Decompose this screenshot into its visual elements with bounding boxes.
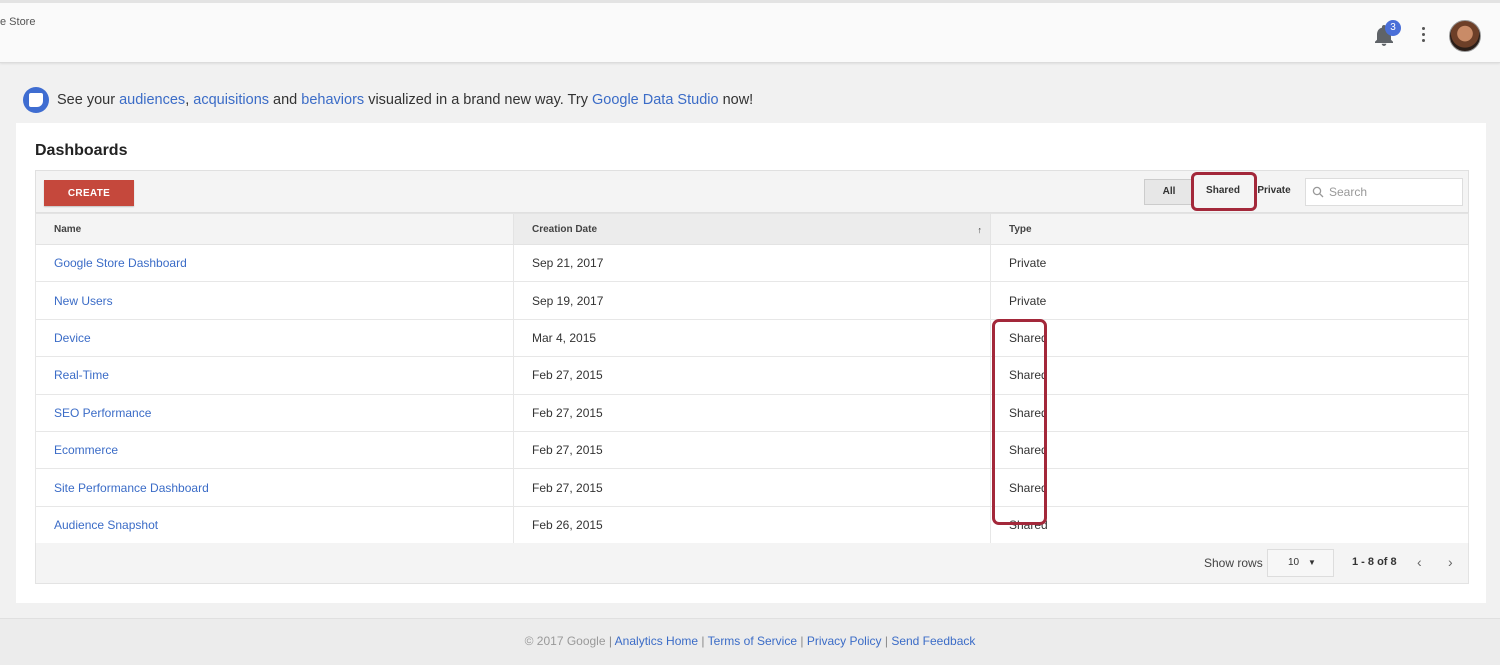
chevron-down-icon: ▼ (1308, 558, 1316, 567)
sort-ascending-icon: ↑ (977, 225, 983, 235)
rows-per-page-value: 10 (1288, 557, 1300, 568)
type-cell: Private (990, 243, 1469, 283)
table-row: Device Mar 4, 2015 Shared (35, 318, 1469, 358)
column-header-type[interactable]: Type (990, 213, 1469, 245)
data-studio-icon (23, 87, 49, 113)
creation-date-cell: Feb 27, 2015 (513, 468, 991, 507)
promo-text-and: and (273, 92, 298, 108)
creation-date-cell: Feb 26, 2015 (513, 505, 991, 545)
footer-link-privacy-policy[interactable]: Privacy Policy (807, 634, 882, 648)
property-name[interactable]: e Store (0, 16, 35, 28)
table-row: Real-Time Feb 27, 2015 Shared (35, 356, 1469, 395)
table-row: Google Store Dashboard Sep 21, 2017 Privat… (35, 243, 1469, 283)
dashboard-link[interactable]: Real-Time (54, 368, 109, 382)
show-rows-label: Show rows (1204, 556, 1263, 570)
page-title: Dashboards (35, 142, 128, 159)
rows-per-page-select[interactable]: 10 ▼ (1267, 549, 1334, 577)
column-header-creation-date-label: Creation Date (532, 223, 598, 235)
footer: © 2017 Google | Analytics Home | Terms o… (0, 618, 1500, 665)
dashboard-link[interactable]: New Users (54, 294, 113, 308)
promo-link-audiences[interactable]: audiences (119, 92, 185, 108)
type-cell: Shared (990, 393, 1469, 432)
search-icon (1312, 186, 1324, 198)
shared-type-highlight (992, 319, 1047, 525)
table-header-row: Name Creation Date ↑ Type (35, 213, 1469, 245)
creation-date-cell: Feb 27, 2015 (513, 393, 991, 432)
shared-filter-highlight (1191, 172, 1257, 211)
promo-text-comma: , (185, 92, 190, 108)
table-row: Audience Snapshot Feb 26, 2015 Shared (35, 505, 1469, 545)
next-page-icon[interactable]: › (1448, 554, 1453, 570)
type-cell: Shared (990, 318, 1469, 358)
promo-link-behaviors[interactable]: behaviors (301, 92, 364, 108)
dashboards-card: Dashboards CREATE All Shared Private Nam… (16, 123, 1486, 603)
column-header-name[interactable]: Name (35, 213, 514, 245)
dashboards-table: Name Creation Date ↑ Type Google Store Da… (35, 213, 1469, 545)
type-cell: Shared (990, 505, 1469, 545)
top-bar: e Store 3 (0, 0, 1500, 63)
table-row: New Users Sep 19, 2017 Private (35, 281, 1469, 320)
creation-date-cell: Sep 19, 2017 (513, 281, 991, 320)
data-studio-promo: See your audiences, acquisitions and beh… (23, 86, 753, 114)
footer-link-terms-of-service[interactable]: Terms of Service (708, 634, 797, 648)
type-cell: Shared (990, 356, 1469, 395)
dashboards-toolbar: CREATE All Shared Private (35, 170, 1469, 213)
promo-text-middle: visualized in a brand new way. Try (368, 92, 588, 108)
filter-private-button[interactable]: Private (1252, 179, 1296, 205)
creation-date-cell: Sep 21, 2017 (513, 243, 991, 283)
table-row: SEO Performance Feb 27, 2015 Shared (35, 393, 1469, 432)
notification-count-badge: 3 (1385, 20, 1401, 36)
search-input[interactable] (1329, 185, 1459, 199)
type-cell: Private (990, 281, 1469, 320)
dashboard-link[interactable]: Device (54, 331, 91, 345)
type-cell: Shared (990, 468, 1469, 507)
filter-all-button[interactable]: All (1144, 179, 1194, 205)
creation-date-cell: Feb 27, 2015 (513, 430, 991, 470)
column-header-creation-date[interactable]: Creation Date ↑ (513, 213, 991, 245)
footer-link-analytics-home[interactable]: Analytics Home (615, 634, 698, 648)
create-button[interactable]: CREATE (44, 180, 134, 206)
dashboard-link[interactable]: SEO Performance (54, 406, 151, 420)
dashboard-link[interactable]: Site Performance Dashboard (54, 481, 209, 495)
more-options-icon[interactable] (1417, 25, 1431, 45)
footer-link-send-feedback[interactable]: Send Feedback (891, 634, 975, 648)
search-box[interactable] (1305, 178, 1463, 206)
dashboard-link[interactable]: Audience Snapshot (54, 518, 158, 532)
promo-link-data-studio[interactable]: Google Data Studio (592, 92, 719, 108)
creation-date-cell: Mar 4, 2015 (513, 318, 991, 358)
promo-link-acquisitions[interactable]: acquisitions (193, 92, 269, 108)
pagination-range: 1 - 8 of 8 (1352, 556, 1397, 568)
user-avatar[interactable] (1449, 20, 1481, 52)
copyright: © 2017 Google (524, 634, 606, 648)
dashboard-link[interactable]: Ecommerce (54, 443, 118, 457)
creation-date-cell: Feb 27, 2015 (513, 356, 991, 395)
pagination-bar: Show rows 10 ▼ 1 - 8 of 8 ‹ › (35, 543, 1469, 584)
dashboard-link[interactable]: Google Store Dashboard (54, 256, 187, 270)
type-cell: Shared (990, 430, 1469, 470)
promo-text-suffix: now! (722, 92, 754, 108)
table-row: Site Performance Dashboard Feb 27, 2015 Sh… (35, 468, 1469, 507)
previous-page-icon[interactable]: ‹ (1417, 554, 1422, 570)
promo-text-prefix: See your (57, 92, 116, 108)
table-row: Ecommerce Feb 27, 2015 Shared (35, 430, 1469, 470)
